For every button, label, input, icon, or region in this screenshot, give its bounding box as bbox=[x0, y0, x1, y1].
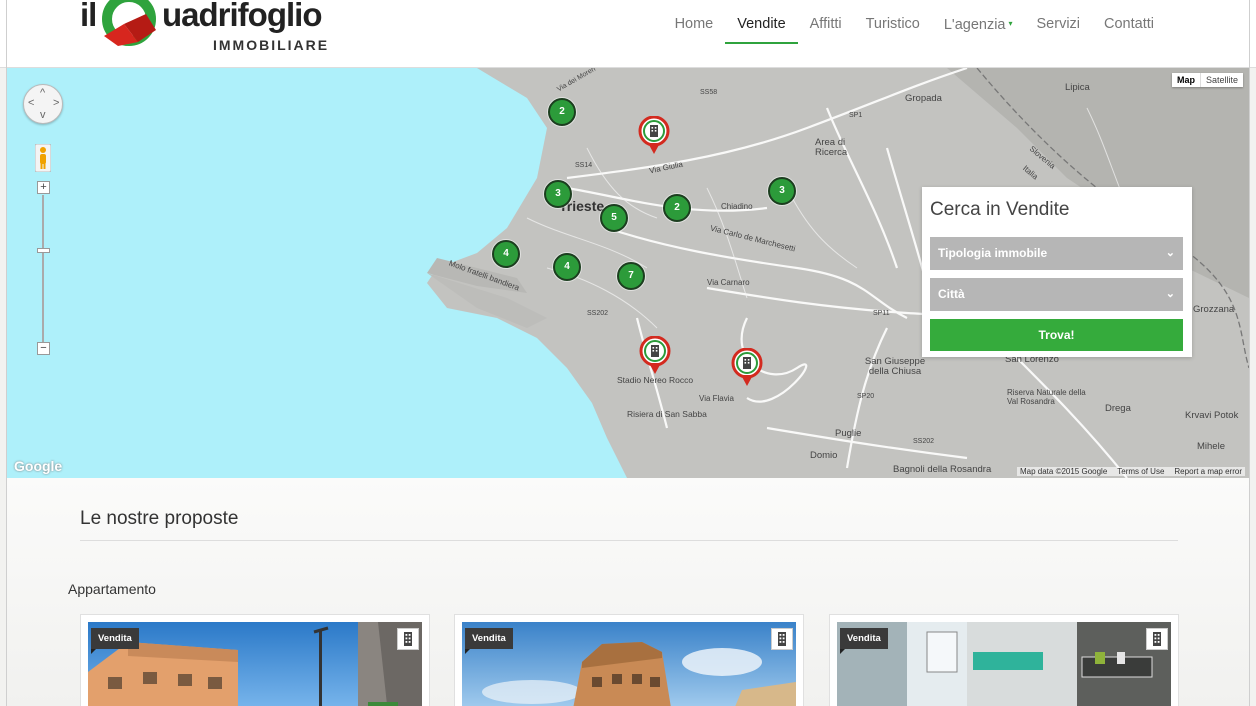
map-cluster-marker[interactable]: 5 bbox=[600, 204, 628, 232]
building-icon bbox=[1146, 628, 1168, 650]
page-frame-right bbox=[1249, 0, 1250, 706]
chevron-down-icon: ⌄ bbox=[1165, 288, 1175, 300]
map-label: Lipica bbox=[1065, 82, 1090, 93]
map-cluster-marker[interactable]: 2 bbox=[548, 98, 576, 126]
property-type-select[interactable]: Tipologia immobile ⌄ bbox=[930, 237, 1183, 270]
map-cluster-marker[interactable]: 7 bbox=[617, 262, 645, 290]
map-type-map-button[interactable]: Map bbox=[1172, 73, 1201, 87]
map-cluster-marker[interactable]: 3 bbox=[544, 180, 572, 208]
map-label: Drega bbox=[1105, 403, 1131, 414]
map-cluster-marker[interactable]: 4 bbox=[492, 240, 520, 268]
search-panel: Cerca in Vendite Tipologia immobile ⌄ Ci… bbox=[922, 187, 1192, 357]
zoom-minus-icon[interactable]: − bbox=[37, 342, 50, 355]
pan-control-icon[interactable]: ^ v < > bbox=[23, 84, 63, 124]
report-map-error-link[interactable]: Report a map error bbox=[1174, 467, 1242, 476]
listings-section: Le nostre proposte Appartamento Vendita bbox=[7, 478, 1249, 706]
map-cluster-marker[interactable]: 2 bbox=[663, 194, 691, 222]
section-title: Le nostre proposte bbox=[80, 508, 239, 529]
map-label: Mihele bbox=[1197, 441, 1225, 452]
page-frame-left bbox=[6, 0, 7, 706]
map-label: Puglie bbox=[835, 428, 862, 439]
map-label: San Giuseppe della Chiusa bbox=[864, 356, 926, 377]
map-label: Via Carnaro bbox=[707, 278, 750, 287]
category-heading: Appartamento bbox=[68, 581, 156, 597]
nav-agenzia[interactable]: L'agenzia ▾ bbox=[932, 16, 1025, 42]
four-leaf-clover-logo-icon bbox=[102, 0, 156, 46]
nav-contatti[interactable]: Contatti bbox=[1092, 16, 1166, 42]
map-type-control: Map Satellite bbox=[1171, 73, 1243, 87]
map-label: SP20 bbox=[857, 393, 875, 400]
map-label: SS202 bbox=[587, 310, 609, 317]
site-header: il uadrifoglio IMMOBILIARE Home Vendite … bbox=[0, 0, 1256, 68]
map-label: Chiadino bbox=[721, 202, 753, 211]
building-icon bbox=[771, 628, 793, 650]
listing-badge: Vendita bbox=[465, 628, 513, 654]
map-label: SP1 bbox=[849, 112, 863, 119]
map-label: SS202 bbox=[913, 438, 935, 445]
map-label: SS58 bbox=[700, 89, 718, 96]
map-label: Stadio Nereo Rocco bbox=[617, 375, 694, 385]
map-label: SS14 bbox=[575, 162, 593, 169]
map-pin-icon[interactable] bbox=[639, 336, 671, 376]
map-cluster-marker[interactable]: 4 bbox=[553, 253, 581, 281]
zoom-slider-track[interactable] bbox=[42, 195, 44, 351]
logo-il: il bbox=[80, 0, 97, 33]
map-label: Domio bbox=[810, 450, 838, 461]
logo-name: uadrifoglio bbox=[162, 0, 322, 33]
search-submit-button[interactable]: Trova! bbox=[930, 319, 1183, 351]
city-select[interactable]: Città ⌄ bbox=[930, 278, 1183, 311]
main-navigation: Home Vendite Affitti Turistico L'agenzia… bbox=[663, 16, 1166, 44]
listing-photo[interactable]: Vendita bbox=[88, 622, 422, 706]
google-logo[interactable]: Google bbox=[14, 458, 62, 474]
map-label: Bagnoli della Rosandra bbox=[893, 464, 992, 475]
logo-subtitle: IMMOBILIARE bbox=[213, 37, 330, 53]
nav-affitti[interactable]: Affitti bbox=[798, 16, 854, 42]
building-icon bbox=[397, 628, 419, 650]
map-label: Via Flavia bbox=[699, 394, 734, 403]
listing-photo[interactable]: Vendita bbox=[837, 622, 1171, 706]
map-label: Gropada bbox=[905, 93, 942, 104]
map-label: Grozzana bbox=[1193, 304, 1235, 315]
map-attribution: Map data ©2015 Google Terms of Use Repor… bbox=[1016, 467, 1245, 476]
map-label: Risiera di San Sabba bbox=[627, 409, 707, 419]
map-label: Riserva Naturale della Val Rosandra bbox=[1007, 388, 1086, 406]
nav-servizi[interactable]: Servizi bbox=[1025, 16, 1093, 42]
map-pin-icon[interactable] bbox=[731, 348, 763, 388]
map-label: Krvavi Potok bbox=[1185, 410, 1239, 421]
dropdown-arrow-icon: ▾ bbox=[1008, 19, 1013, 28]
listing-card[interactable]: Vendita bbox=[80, 614, 430, 706]
listing-card[interactable]: Vendita bbox=[829, 614, 1179, 706]
terms-of-use-link[interactable]: Terms of Use bbox=[1117, 467, 1164, 476]
map-cluster-marker[interactable]: 3 bbox=[768, 177, 796, 205]
listing-card[interactable]: Vendita bbox=[454, 614, 804, 706]
chevron-down-icon: ⌄ bbox=[1165, 247, 1175, 259]
zoom-slider-handle[interactable] bbox=[37, 248, 50, 253]
nav-home[interactable]: Home bbox=[663, 16, 726, 42]
map-data-credit: Map data ©2015 Google bbox=[1019, 467, 1108, 476]
section-divider bbox=[80, 540, 1178, 541]
map-label: Area di Ricerca bbox=[815, 137, 848, 158]
search-title: Cerca in Vendite bbox=[930, 199, 1070, 220]
listing-badge: Vendita bbox=[840, 628, 888, 654]
nav-vendite[interactable]: Vendite bbox=[725, 16, 799, 44]
site-logo[interactable]: il uadrifoglio IMMOBILIARE bbox=[80, 0, 330, 56]
map-label: SP11 bbox=[873, 310, 890, 317]
map-type-satellite-button[interactable]: Satellite bbox=[1201, 73, 1243, 87]
zoom-plus-icon[interactable]: + bbox=[37, 181, 50, 194]
listing-photo[interactable]: Vendita bbox=[462, 622, 796, 706]
nav-turistico[interactable]: Turistico bbox=[854, 16, 932, 42]
listing-badge: Vendita bbox=[91, 628, 139, 654]
pegman-icon[interactable] bbox=[35, 144, 51, 172]
map-pin-icon[interactable] bbox=[638, 116, 670, 156]
